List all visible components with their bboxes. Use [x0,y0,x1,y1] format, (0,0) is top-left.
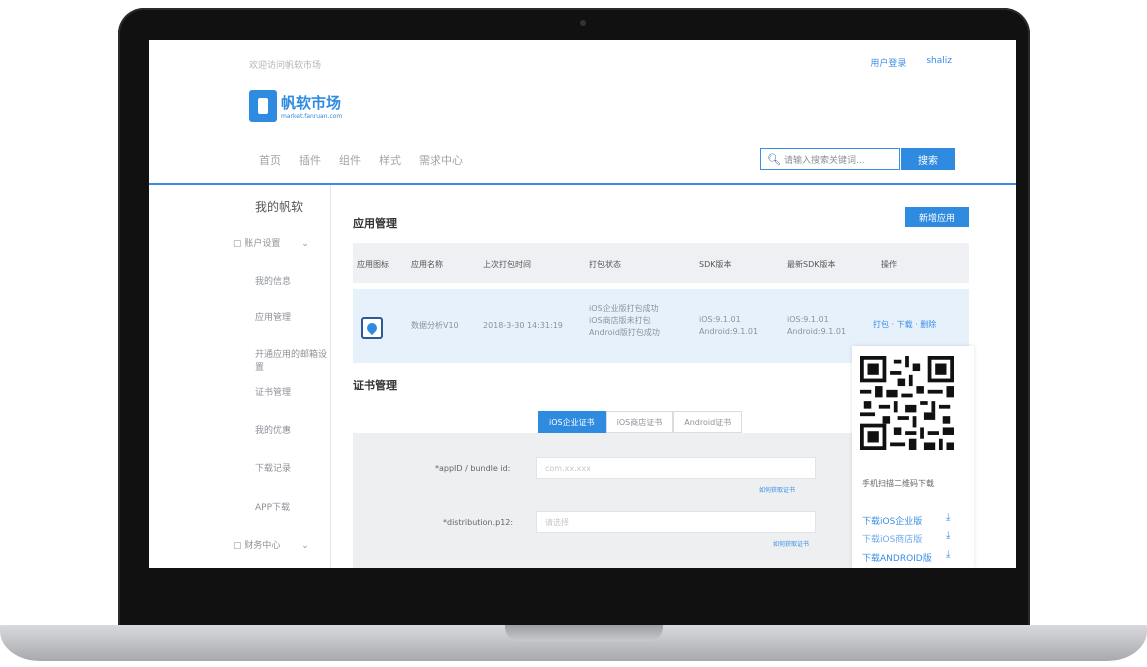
download-popup: 手机扫描二维码下载 下载iOS企业版 ⤓ 下载iOS商店版 ⤓ 下载ANDROI… [852,346,974,568]
finance-icon: ▢ [233,541,242,551]
p12-field[interactable]: 请选择 [536,511,816,533]
appid-field[interactable]: com.xx.xxx [536,457,816,479]
search-input[interactable]: 🔍︎ 请输入搜索关键词... [760,148,900,170]
app-pack-time: 2018-3-30 14:31:19 [483,321,563,330]
welcome-text: 欢迎访问帆软市场 [249,61,322,71]
download-ios-enterprise-link[interactable]: 下载iOS企业版 [862,514,922,527]
top-links: 用户登录 shaliz [870,56,952,69]
sidebar-item-app-manage[interactable]: 应用管理 [255,310,291,323]
search-button[interactable]: 搜索 [901,148,955,170]
col-ops: 操作 [881,260,897,269]
appid-label: *appID / bundle id: [435,464,511,473]
download-icon[interactable]: ⤓ [946,512,950,523]
sidebar-title: 我的帆软 [255,200,304,214]
nav-home[interactable]: 首页 [259,152,281,168]
certs-section-title: 证书管理 [353,379,397,392]
apps-section-title: 应用管理 [353,217,397,230]
app-name: 数据分析V10 [411,321,459,330]
sidebar-group-account[interactable]: ▢ 账户设置 ⌄ [233,236,309,249]
qr-caption: 手机扫描二维码下载 [862,479,934,488]
col-icon: 应用图标 [357,260,389,269]
chevron-down-icon: ⌄ [301,541,309,551]
sidebar-group-finance[interactable]: ▢ 财务中心 ⌄ [233,538,309,551]
logo-subtitle: market.fanruan.com [281,113,343,120]
browser-screen: 欢迎访问帆软市场 用户登录 shaliz 帆软市场 market.fanruan… [149,40,1016,568]
qr-code-icon [860,356,954,450]
search-icon: 🔍︎ [767,152,781,166]
main-nav: 首页 插件 组件 样式 需求中心 [259,152,463,168]
nav-plugins[interactable]: 插件 [299,152,321,168]
app-icon [361,317,383,339]
sidebar-item-app-download[interactable]: APP下载 [255,500,290,513]
chevron-down-icon: ⌄ [301,239,309,249]
site-logo[interactable]: 帆软市场 market.fanruan.com [249,90,342,122]
sidebar-item-certs[interactable]: 证书管理 [255,385,291,398]
download-ios-store-link[interactable]: 下载iOS商店版 [862,532,922,545]
appid-hint-link[interactable]: 如何获取证书 [759,485,795,494]
apps-table-header: 应用图标 应用名称 上次打包时间 打包状态 SDK版本 最新SDK版本 操作 [353,243,969,283]
tab-android[interactable]: Android证书 [673,411,743,433]
sidebar-item-email-settings[interactable]: 开通应用的邮箱设置 [255,347,330,373]
app-operations[interactable]: 打包 · 下载 · 删除 [873,319,936,330]
account-icon: ▢ [233,239,242,249]
col-name: 应用名称 [411,260,443,269]
sidebar: 我的帆软 ▢ 账户设置 ⌄ 我的信息 应用管理 开通应用的邮箱设置 证书管理 我… [219,185,331,568]
login-link[interactable]: 用户登录 [870,56,906,69]
app-status: iOS企业版打包成功 iOS商店版未打包 Android版打包成功 [589,304,660,337]
sidebar-item-discounts[interactable]: 我的优惠 [255,423,291,436]
logo-icon [249,90,277,122]
add-app-button[interactable]: 新增应用 [905,207,969,227]
nav-styles[interactable]: 样式 [379,152,401,168]
download-icon[interactable]: ⤓ [946,530,950,541]
laptop-frame: 欢迎访问帆软市场 用户登录 shaliz 帆软市场 market.fanruan… [0,0,1147,667]
col-latest-sdk: 最新SDK版本 [787,260,836,269]
p12-label: *distribution.p12: [443,518,514,527]
tab-ios-enterprise[interactable]: iOS企业证书 [538,411,606,433]
p12-hint-link[interactable]: 如何获取证书 [773,539,809,548]
camera-dot [580,20,586,26]
nav-components[interactable]: 组件 [339,152,361,168]
tab-ios-store[interactable]: iOS商店证书 [605,411,674,433]
logo-title: 帆软市场 [281,94,342,112]
col-status: 打包状态 [589,260,621,269]
app-sdk-version: iOS:9.1.01 Android:9.1.01 [699,315,759,336]
laptop-notch [505,625,663,641]
cert-tabs: iOS企业证书 iOS商店证书 Android证书 [538,411,743,433]
nav-requirements[interactable]: 需求中心 [419,152,463,168]
col-sdk: SDK版本 [699,260,732,269]
download-android-link[interactable]: 下载ANDROID版 [862,551,932,564]
app-latest-sdk-version: iOS:9.1.01 Android:9.1.01 [787,315,847,336]
col-time: 上次打包时间 [483,260,531,269]
sidebar-item-downloads[interactable]: 下载记录 [255,461,291,474]
search-placeholder: 请输入搜索关键词... [783,155,865,166]
sidebar-item-my-info[interactable]: 我的信息 [255,274,291,287]
download-icon[interactable]: ⤓ [946,549,950,560]
username-link[interactable]: shaliz [926,56,952,69]
